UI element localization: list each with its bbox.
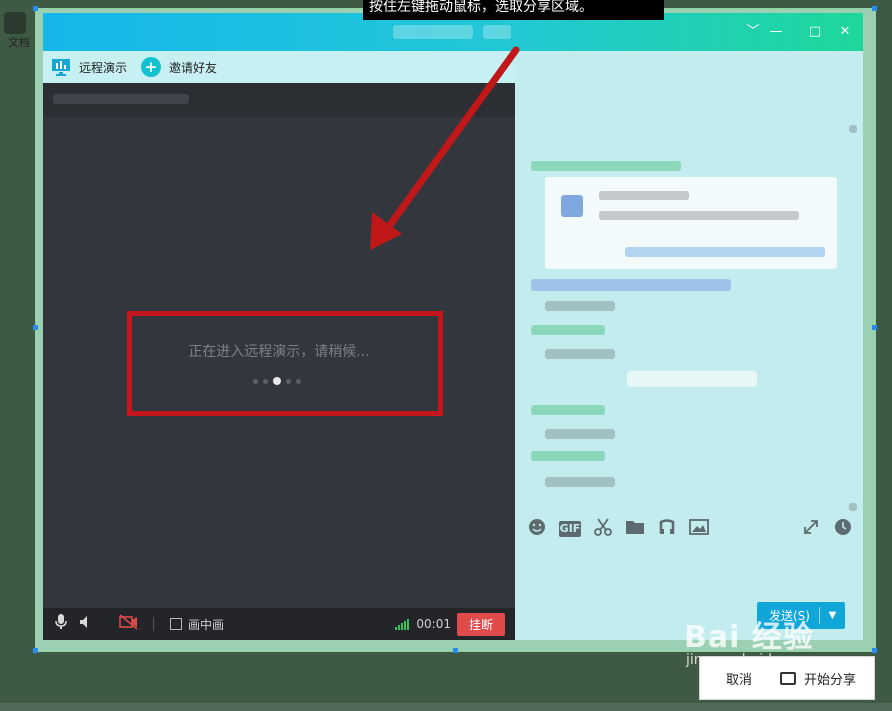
- titlebar-blurred-icons: [483, 25, 511, 39]
- highlight-annotation-box: [127, 311, 443, 416]
- blurred-timestamp: [531, 451, 605, 461]
- start-share-label: 开始分享: [804, 672, 857, 688]
- pip-label: 画中画: [188, 617, 225, 632]
- invite-friends-button[interactable]: + 邀请好友: [141, 57, 217, 77]
- scroll-down-icon[interactable]: [849, 503, 857, 511]
- blurred-message: [545, 301, 615, 311]
- resize-handle-bottom[interactable]: [453, 648, 458, 653]
- cancel-share-button[interactable]: 取消: [726, 669, 752, 688]
- close-button[interactable]: ✕: [836, 23, 854, 41]
- share-action-bar: 取消 开始分享: [699, 656, 875, 700]
- resize-handle-top-left[interactable]: [33, 6, 38, 11]
- camera-off-icon[interactable]: [119, 614, 139, 634]
- instruction-tooltip: 按住左键拖动鼠标，选取分享区域。: [363, 0, 664, 20]
- expand-icon[interactable]: [801, 518, 821, 540]
- remote-demo-video-area: 正在进入远程演示，请稍候...: [43, 83, 515, 608]
- blurred-timestamp: [531, 161, 681, 171]
- video-header-blurred-text: [53, 94, 189, 104]
- resize-handle-right[interactable]: [872, 325, 877, 330]
- image-icon[interactable]: [689, 519, 709, 539]
- picture-in-picture-button[interactable]: 画中画: [170, 616, 224, 633]
- emoji-icon[interactable]: [527, 518, 547, 540]
- call-timer: 00:01: [416, 617, 451, 631]
- remote-demo-label: 远程演示: [79, 60, 128, 75]
- desktop-icon-label: 文档: [8, 36, 30, 49]
- chat-input-toolbar: GIF: [515, 513, 863, 545]
- blurred-timestamp: [531, 405, 605, 415]
- chat-history-blurred: [515, 83, 863, 513]
- screen-icon: [51, 57, 71, 77]
- pip-icon: [170, 618, 182, 630]
- gif-icon[interactable]: GIF: [559, 521, 581, 537]
- blurred-message-card: [545, 177, 837, 269]
- resize-handle-bottom-left[interactable]: [33, 648, 38, 653]
- plus-icon: +: [141, 57, 162, 77]
- remote-demo-button[interactable]: 远程演示: [51, 57, 127, 77]
- hangup-button[interactable]: 挂断: [456, 612, 505, 636]
- blurred-timestamp: [531, 325, 605, 335]
- resize-handle-top-right[interactable]: [872, 6, 877, 11]
- blurred-message: [545, 477, 615, 487]
- invite-friends-label: 邀请好友: [169, 60, 218, 75]
- blurred-file-chip: [627, 371, 757, 387]
- video-header: [43, 83, 515, 117]
- taskbar-edge: [0, 703, 892, 711]
- titlebar-blurred-icons: [393, 25, 473, 39]
- microphone-icon[interactable]: [55, 614, 67, 634]
- watermark-logo-text: Bai 经验: [684, 620, 814, 655]
- callbar-divider: [153, 617, 154, 631]
- speaker-icon[interactable]: [79, 615, 93, 633]
- signal-strength-icon: [395, 618, 410, 630]
- music-icon[interactable]: [657, 518, 677, 540]
- dropdown-icon[interactable]: ﹀: [744, 23, 762, 41]
- scroll-up-icon[interactable]: [849, 125, 857, 133]
- share-screen-icon: [780, 671, 797, 685]
- resize-handle-bottom-right[interactable]: [872, 648, 877, 653]
- resize-handle-left[interactable]: [33, 325, 38, 330]
- chevron-down-icon[interactable]: ▼: [820, 610, 845, 621]
- blurred-sender-line: [531, 279, 731, 291]
- blurred-message: [545, 429, 615, 439]
- folder-icon[interactable]: [625, 519, 645, 539]
- desktop-file-icon[interactable]: [4, 12, 26, 34]
- call-control-bar: 画中画 00:01 挂断: [43, 608, 515, 640]
- scissors-icon[interactable]: [593, 518, 613, 540]
- qq-chat-window: ﹀ — □ ✕ 远程演示 + 邀请好友 正在进入远程演示，请稍候... 画中画 …: [43, 13, 863, 640]
- maximize-button[interactable]: □: [806, 23, 824, 41]
- history-clock-icon[interactable]: [833, 518, 853, 540]
- call-toolbar: 远程演示 + 邀请好友: [43, 51, 515, 83]
- blurred-message: [545, 349, 615, 359]
- minimize-button[interactable]: —: [767, 23, 785, 41]
- start-share-button[interactable]: 开始分享: [780, 669, 856, 688]
